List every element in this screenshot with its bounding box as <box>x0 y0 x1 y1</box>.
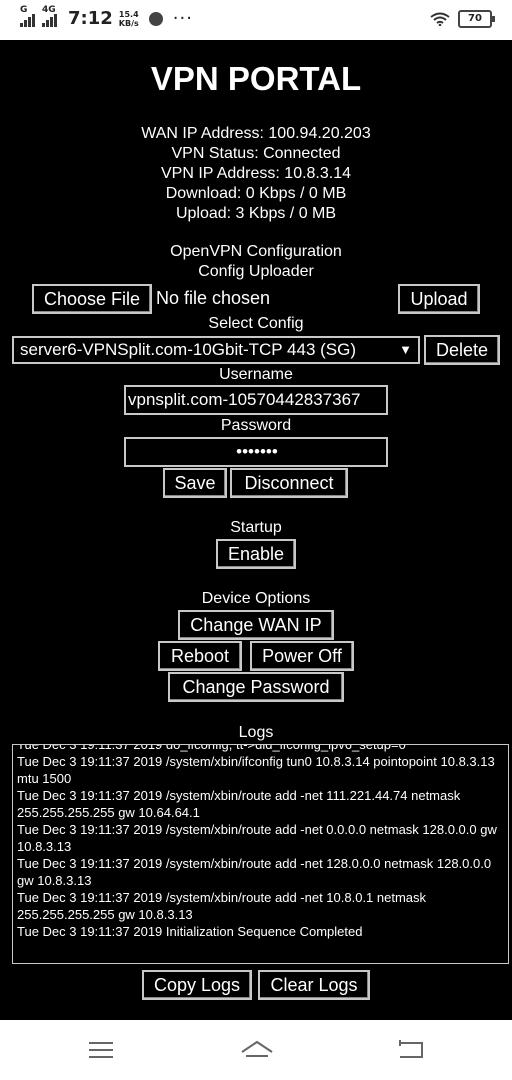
upload-button[interactable]: Upload <box>398 284 480 314</box>
reboot-button[interactable]: Reboot <box>158 641 242 671</box>
logs-textarea[interactable]: Tue Dec 3 19:11:37 2019 do_ifconfig, tt-… <box>12 744 509 964</box>
back-icon[interactable] <box>396 1038 426 1062</box>
save-button[interactable]: Save <box>163 468 227 498</box>
wan-ip-text: WAN IP Address: 100.94.20.203 <box>141 125 371 142</box>
dropdown-arrow-icon: ▼ <box>399 342 412 357</box>
signal-icon: G <box>20 5 36 27</box>
navigation-bar <box>0 1020 512 1080</box>
more-icon: ··· <box>172 8 193 29</box>
power-off-button[interactable]: Power Off <box>250 641 354 671</box>
enable-button[interactable]: Enable <box>216 539 296 569</box>
select-config-label: Select Config <box>208 315 304 332</box>
vpn-ip-text: VPN IP Address: 10.8.3.14 <box>160 165 352 182</box>
speed-value: 15.4 <box>118 9 139 19</box>
password-input[interactable]: ••••••• <box>124 437 388 467</box>
vpn-portal-page: VPN PORTAL WAN IP Address: 100.94.20.203… <box>0 40 512 1020</box>
page-title: VPN PORTAL <box>150 60 362 97</box>
config-heading: OpenVPN Configuration <box>170 243 342 260</box>
choose-file-button[interactable]: Choose File <box>32 284 152 314</box>
status-bar: G 4G 7:12 15.4 KB/s ··· 70 <box>0 0 512 40</box>
signal-4g-icon: 4G <box>42 5 58 27</box>
config-select[interactable]: server6-VPNSplit.com-10Gbit-TCP 443 (SG)… <box>12 336 420 364</box>
menu-icon[interactable] <box>86 1038 116 1062</box>
password-label: Password <box>220 417 292 434</box>
copy-logs-button[interactable]: Copy Logs <box>142 970 252 1000</box>
log-line: Tue Dec 3 19:11:37 2019 do_ifconfig, tt-… <box>17 744 406 752</box>
log-line: Tue Dec 3 19:11:37 2019 /system/xbin/rou… <box>17 856 492 888</box>
speed-unit: KB/s <box>118 18 139 28</box>
clock: 7:12 <box>68 8 113 29</box>
username-label: Username <box>219 366 293 383</box>
log-line: Tue Dec 3 19:11:37 2019 /system/xbin/ifc… <box>17 754 495 786</box>
disconnect-button[interactable]: Disconnect <box>230 468 348 498</box>
upload-text: Upload: 3 Kbps / 0 MB <box>175 205 337 222</box>
no-file-text: No file chosen <box>156 288 271 308</box>
network-4g-label: 4G <box>42 4 56 15</box>
log-line: Tue Dec 3 19:11:37 2019 Initialization S… <box>17 924 363 939</box>
config-uploader-label: Config Uploader <box>198 263 314 280</box>
battery-icon: 70 <box>458 10 495 28</box>
status-info: WAN IP Address: 100.94.20.203 VPN Status… <box>0 124 512 224</box>
network-type-label: G <box>20 4 28 15</box>
config-select-value: server6-VPNSplit.com-10Gbit-TCP 443 (SG) <box>20 340 357 359</box>
username-input[interactable]: vpnsplit.com-10570442837367 <box>124 385 388 415</box>
home-icon[interactable] <box>240 1038 274 1062</box>
log-line: Tue Dec 3 19:11:37 2019 /system/xbin/rou… <box>17 788 461 820</box>
delete-button[interactable]: Delete <box>424 335 500 365</box>
log-line: Tue Dec 3 19:11:37 2019 /system/xbin/rou… <box>17 890 427 922</box>
log-line: Tue Dec 3 19:11:37 2019 /system/xbin/rou… <box>17 822 497 854</box>
wifi-icon <box>430 12 450 26</box>
download-text: Download: 0 Kbps / 0 MB <box>165 185 347 202</box>
vpn-status-text: VPN Status: Connected <box>171 145 341 162</box>
change-wan-ip-button[interactable]: Change WAN IP <box>178 610 334 640</box>
logs-label: Logs <box>238 724 274 741</box>
clear-logs-button[interactable]: Clear Logs <box>258 970 370 1000</box>
startup-label: Startup <box>230 519 282 536</box>
chrome-icon <box>148 11 163 26</box>
network-speed: 15.4 KB/s <box>119 10 139 28</box>
change-password-button[interactable]: Change Password <box>168 672 344 702</box>
device-options-label: Device Options <box>201 590 311 607</box>
